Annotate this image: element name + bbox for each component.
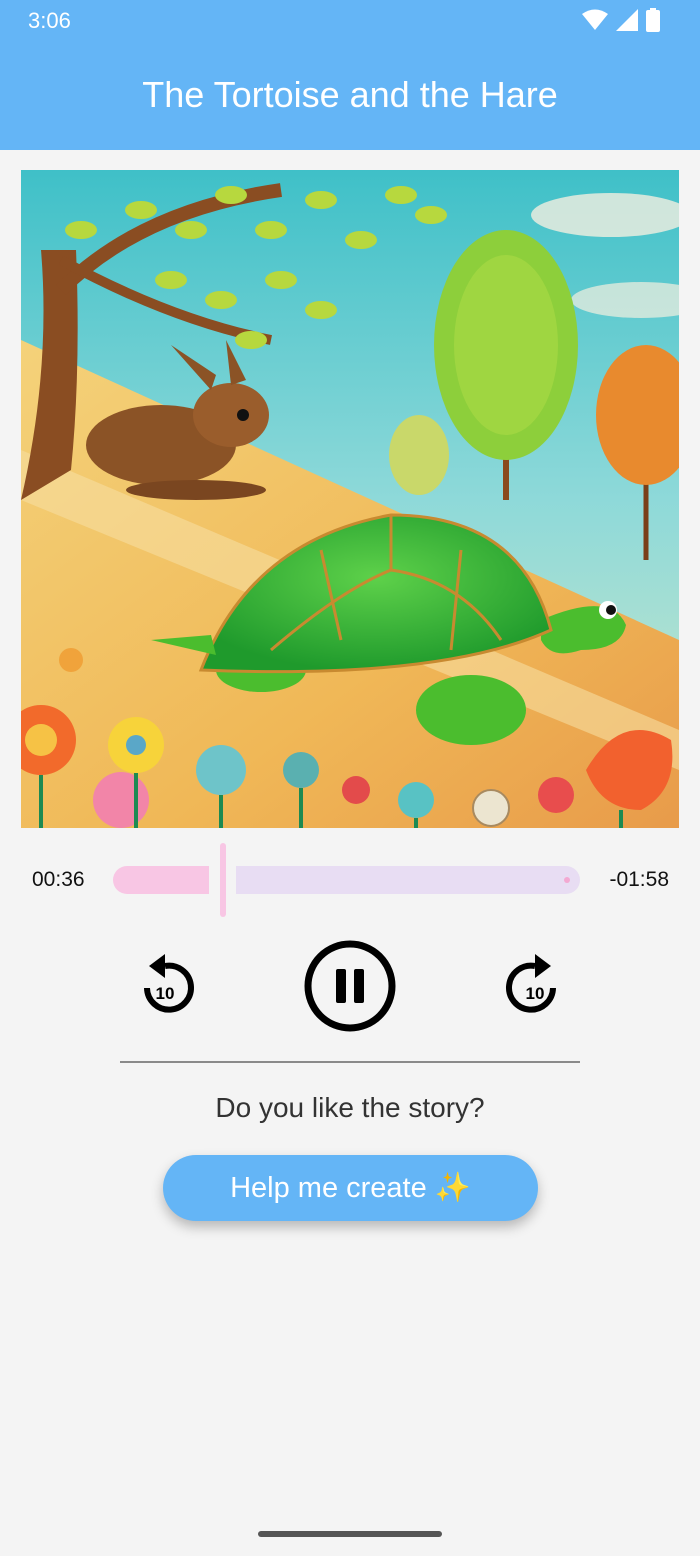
story-cover-image [21,170,679,828]
seek-bar-remaining [236,866,580,894]
signal-icon [616,9,638,31]
seek-end-dot [564,877,570,883]
pause-icon [304,940,396,1032]
rewind-10-button[interactable]: 10 [132,948,198,1020]
feedback-question: Do you like the story? [215,1092,485,1123]
wifi-icon [582,9,608,30]
battery-icon [646,8,660,32]
seek-thumb[interactable] [220,843,226,917]
replay-10-icon: 10 [144,954,194,1013]
home-indicator[interactable] [258,1531,442,1537]
pause-button[interactable] [303,939,397,1033]
forward-seconds: 10 [526,984,545,1003]
divider [120,1061,580,1063]
seek-bar[interactable] [113,843,580,917]
elapsed-time: 00:36 [32,868,85,891]
rewind-seconds: 10 [156,984,175,1003]
forward-10-icon: 10 [506,954,556,1013]
status-icons [582,8,660,32]
forward-10-button[interactable]: 10 [502,948,568,1020]
help-me-create-button[interactable]: Help me create ✨ [163,1155,538,1221]
app-bar: 3:06 The Tortoise and the Hare [0,0,700,150]
status-time: 3:06 [28,8,71,33]
seek-bar-played [113,866,209,894]
page-title: The Tortoise and the Hare [142,74,558,115]
remaining-time: -01:58 [609,868,669,891]
